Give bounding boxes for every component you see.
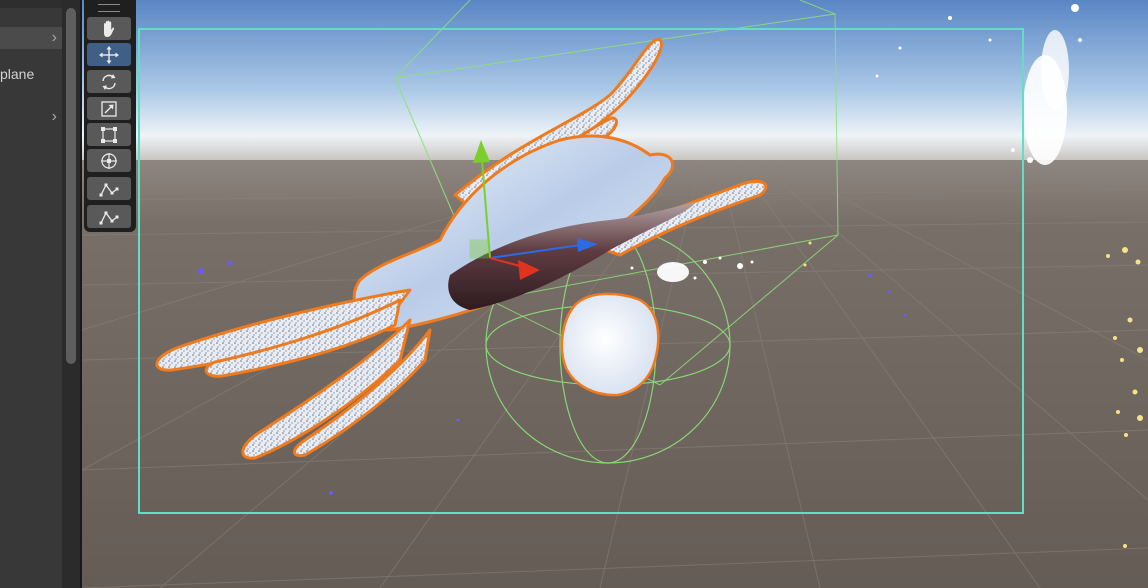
hierarchy-top-strip (0, 0, 62, 8)
transform-icon (101, 152, 117, 169)
hand-icon (104, 20, 115, 37)
tool-palette (84, 0, 136, 232)
gizmo-plane-handle[interactable] (469, 239, 489, 259)
hierarchy-item-plane[interactable]: plane (0, 64, 62, 86)
scale-tool-button[interactable] (87, 97, 131, 120)
transform-tool-button[interactable] (87, 149, 131, 172)
chevron-right-icon[interactable]: › (52, 27, 57, 49)
custom-tool-2-button[interactable] (87, 205, 131, 228)
move-tool-button[interactable] (87, 43, 131, 66)
scrollbar-thumb[interactable] (66, 8, 76, 364)
rect-tool-button[interactable] (87, 123, 131, 146)
hierarchy-item-label: plane (0, 66, 35, 82)
cloud-blob[interactable] (560, 292, 660, 397)
path-editor-icon (99, 183, 119, 196)
hierarchy-panel: › plane › (0, 0, 62, 588)
rotate-tool-button[interactable] (87, 70, 131, 93)
hierarchy-item[interactable]: › (0, 27, 62, 49)
chevron-right-icon[interactable]: › (52, 106, 57, 128)
small-cloud (657, 262, 689, 282)
rotate-icon (102, 73, 116, 90)
scale-icon (101, 100, 117, 117)
move-arrows-icon (99, 45, 119, 64)
palette-drag-handle[interactable] (98, 4, 120, 12)
hierarchy-scrollbar[interactable] (62, 0, 80, 588)
custom-tool-1-button[interactable] (87, 177, 131, 200)
path-editor-icon (99, 211, 119, 224)
sky (82, 0, 1148, 160)
scene-view[interactable] (82, 0, 1148, 588)
hierarchy-item[interactable]: › (0, 106, 62, 128)
rect-transform-icon (101, 126, 117, 143)
hand-tool-button[interactable] (87, 17, 131, 40)
